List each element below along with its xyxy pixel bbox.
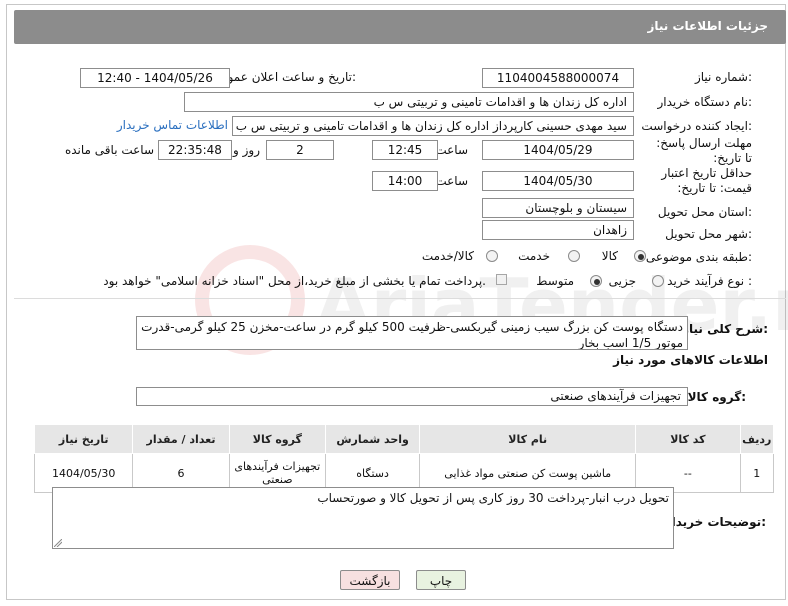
days-label: روز و	[233, 143, 260, 157]
goods-group-label: گروه کالا:	[687, 390, 746, 404]
goods-table: ردیف کد کالا نام کالا واحد شمارش گروه کا…	[33, 424, 775, 493]
description-label: شرح کلی نیاز:	[682, 322, 768, 336]
page-title: جزئیات اطلاعات نیاز	[647, 19, 768, 33]
reply-time-field: 12:45	[372, 140, 438, 160]
announce-label: تاریخ و ساعت اعلان عمومی:	[211, 70, 356, 84]
col-group: گروه کالا	[228, 424, 326, 454]
reply-deadline-label: مهلت ارسال پاسخ: تا تاریخ:	[656, 136, 752, 165]
cell-row: 1	[739, 453, 775, 493]
treasury-payment-note: پرداخت تمام یا بخشی از مبلغ خرید،از محل …	[103, 274, 486, 288]
print-button[interactable]: چاپ	[416, 570, 466, 590]
creator-field: سید مهدی حسینی کارپرداز اداره کل زندان ه…	[232, 116, 634, 136]
col-unit: واحد شمارش	[324, 424, 421, 454]
category-option-service: خدمت	[518, 249, 550, 263]
category-radio-goods[interactable]	[634, 250, 646, 262]
category-option-goods-service: کالا/خدمت	[421, 249, 474, 263]
goods-table-header: ردیف کد کالا نام کالا واحد شمارش گروه کا…	[33, 424, 775, 454]
remaining-time-field: 22:35:48	[158, 140, 232, 160]
price-time-field: 14:00	[372, 171, 438, 191]
resize-handle-icon[interactable]	[54, 539, 62, 547]
need-number-field: 1104004588000074	[482, 68, 634, 88]
goods-group-field: تجهیزات فرآیندهای صنعتی	[136, 387, 688, 406]
reply-time-label: ساعت	[435, 143, 468, 157]
divider	[14, 298, 786, 299]
days-field: 2	[266, 140, 334, 160]
city-field: زاهدان	[482, 220, 634, 240]
price-date-field: 1404/05/30	[482, 171, 634, 191]
description-textarea[interactable]: دستگاه پوست کن بزرگ سیب زمینی گیربکسی-ظر…	[136, 316, 688, 350]
col-code: کد کالا	[635, 424, 741, 454]
buyer-contact-link[interactable]: اطلاعات تماس خریدار	[117, 118, 228, 132]
need-number-label: شماره نیاز:	[694, 70, 752, 84]
category-label: طبقه بندی موضوعی:	[645, 250, 752, 264]
buyer-notes-textarea[interactable]: تحویل درب انبار-پرداخت 30 روز کاری پس از…	[52, 487, 674, 549]
reply-date-field: 1404/05/29	[482, 140, 634, 160]
buyer-org-field: اداره کل زندان ها و اقدامات تامینی و ترب…	[184, 92, 634, 112]
col-quantity: تعداد / مقدار	[132, 424, 230, 454]
province-label: استان محل تحویل:	[657, 205, 752, 219]
col-date: تاریخ نیاز	[33, 424, 134, 454]
process-radio-minor[interactable]	[652, 275, 664, 287]
remaining-label: ساعت باقی مانده	[64, 143, 154, 157]
process-option-minor: جزیی	[608, 274, 636, 288]
process-radio-medium[interactable]	[590, 275, 602, 287]
announce-field: 1404/05/26 - 12:40	[80, 68, 230, 88]
price-time-label: ساعت	[435, 174, 468, 188]
category-radio-goods-service[interactable]	[486, 250, 498, 262]
col-row: ردیف	[739, 424, 775, 454]
buyer-org-label: نام دستگاه خریدار:	[657, 95, 753, 109]
creator-label: ایجاد کننده درخواست:	[641, 119, 752, 133]
back-button[interactable]: بازگشت	[340, 570, 400, 590]
treasury-payment-checkbox[interactable]	[496, 274, 507, 285]
process-label: نوع فرآیند خرید :	[667, 274, 752, 288]
category-option-goods: کالا	[601, 249, 618, 263]
goods-section-title: اطلاعات کالاهای مورد نیاز	[613, 353, 768, 367]
province-field: سیستان و بلوچستان	[482, 198, 634, 218]
city-label: شهر محل تحویل:	[665, 227, 752, 241]
category-radio-service[interactable]	[568, 250, 580, 262]
col-name: نام کالا	[419, 424, 637, 454]
page-header: جزئیات اطلاعات نیاز	[14, 10, 786, 44]
process-option-medium: متوسط	[536, 274, 574, 288]
price-validity-label: حداقل تاریخ اعتبار قیمت: تا تاریخ:	[661, 166, 752, 195]
buyer-notes-label: توضیحات خریدار:	[664, 515, 766, 529]
